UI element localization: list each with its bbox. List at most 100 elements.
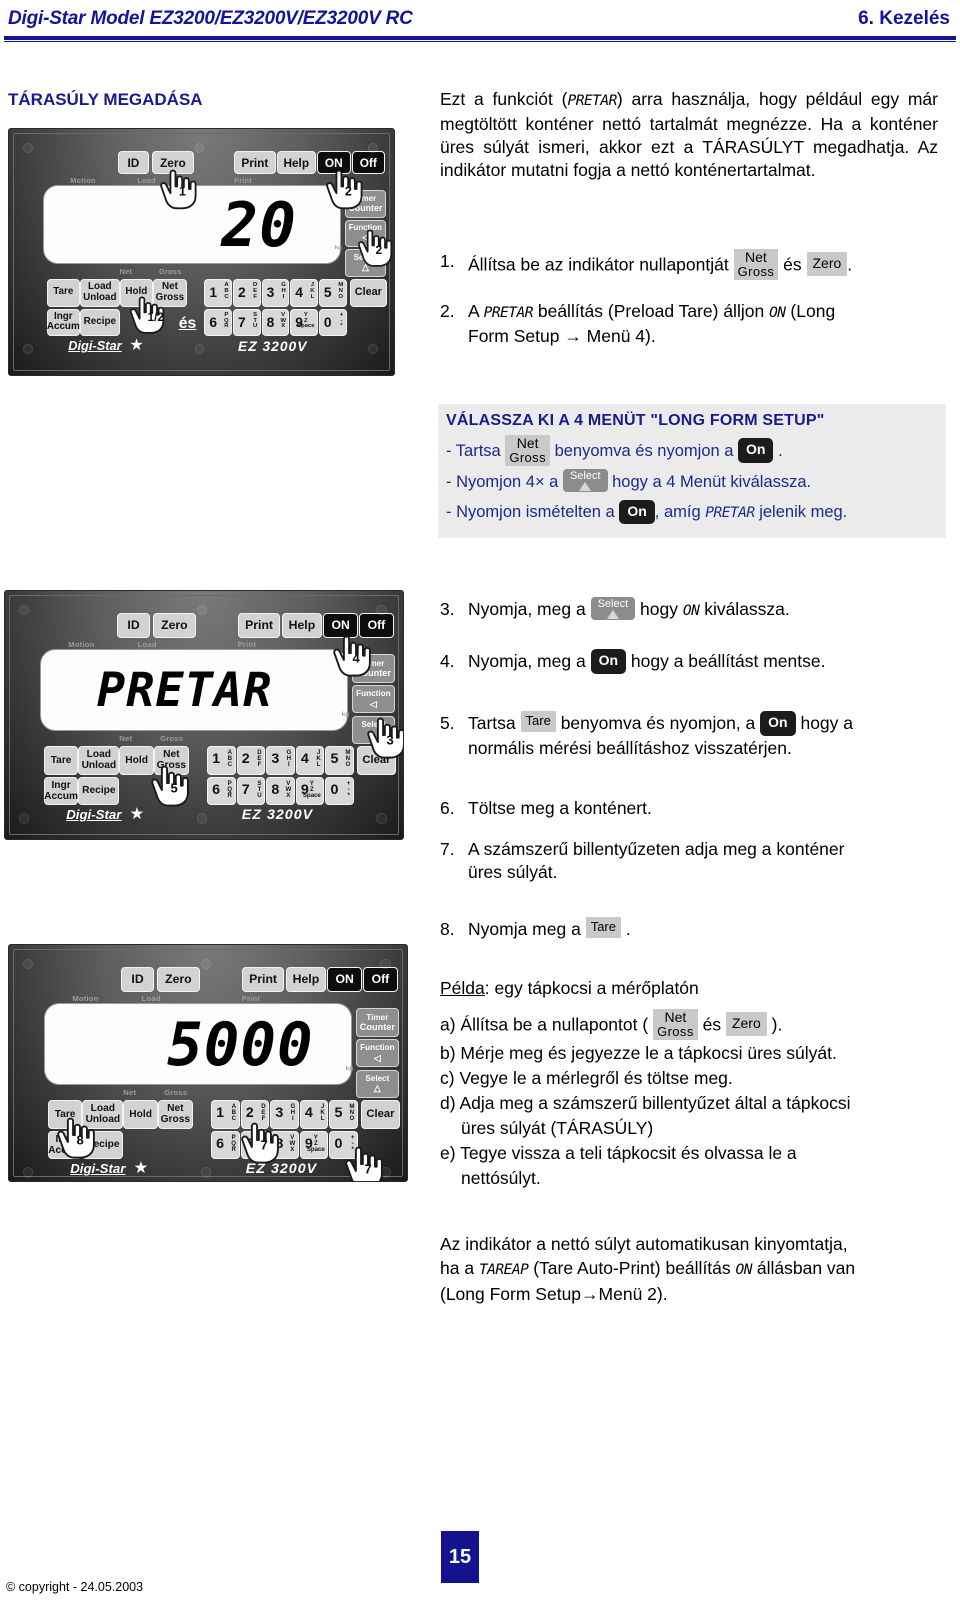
numpad-key-9[interactable]: 9 Y Z Space [299, 1130, 329, 1160]
func-button-tare[interactable]: Tare [43, 746, 79, 775]
hand-step-number: 8 [76, 1133, 84, 1149]
help-button[interactable]: Help [276, 150, 317, 175]
zero-key-chip[interactable]: Zero [725, 1011, 767, 1036]
clear-button[interactable]: Clear [349, 279, 388, 307]
panel-screw [200, 1167, 211, 1178]
id-button[interactable]: ID [117, 613, 150, 638]
numpad-key-9[interactable]: 9 Y Z Space [295, 776, 325, 806]
numpad-key-0[interactable]: 0 + - * [325, 776, 354, 806]
step-3: 3. Nyomja, meg a Select hogy ON kiválass… [440, 596, 940, 623]
numpad-key-1[interactable]: 1 ABC [207, 746, 236, 775]
help-button[interactable]: Help [281, 613, 323, 638]
lcd-display-value: 20 [221, 190, 297, 262]
side-button-sublabel: ◁ [369, 698, 377, 709]
numpad-key-3[interactable]: 3 GHI [261, 279, 290, 307]
numpad-key-6[interactable]: 6 PQR [211, 1130, 240, 1160]
numpad-digit: 7 [241, 781, 250, 798]
numpad-key-4[interactable]: 4 JKL [295, 746, 325, 775]
func-button-recipe[interactable]: Recipe [80, 308, 120, 337]
net-gross-key-chip[interactable]: Net Gross [653, 1009, 698, 1041]
func-button-tare[interactable]: Tare [46, 279, 81, 307]
numpad-key-5[interactable]: 5 MNO [325, 746, 354, 775]
func-button-net[interactable]: Net Gross [157, 1100, 193, 1129]
side-button-timer[interactable]: Timer Counter [355, 1008, 399, 1037]
star-icon: ★ [133, 1159, 149, 1178]
numpad-key-4[interactable]: 4 JKL [299, 1100, 329, 1129]
numpad-key-7[interactable]: 7 STU [236, 776, 266, 806]
on-button[interactable]: ON [327, 967, 363, 992]
func-button-hold[interactable]: Hold [123, 1100, 158, 1129]
numpad-key-2[interactable]: 2 DEF [236, 746, 266, 775]
note-line3: (Long Form Setup→Menü 2). [440, 1284, 668, 1304]
numpad-key-1[interactable]: 1 ABC [204, 279, 233, 307]
side-button-function[interactable]: Function ◁ [355, 1038, 399, 1068]
zero-button[interactable]: Zero [156, 967, 200, 992]
step-3-body: Nyomja, meg a Select hogy ON kiválassza. [468, 596, 940, 623]
numpad-digit: 3 [275, 1105, 284, 1122]
func-button-ingr[interactable]: IngrAccum [46, 308, 81, 337]
numpad-key-0[interactable]: 0 + - * [318, 308, 347, 337]
numpad-key-2[interactable]: 2 DEF [233, 279, 261, 307]
numpad-letters: GHI [286, 749, 292, 769]
func-button-load[interactable]: Load Unload [80, 279, 120, 307]
step-5-number: 5. [440, 713, 455, 733]
callout-line1-b: benyomva és nyomjon a [554, 442, 734, 461]
net-gross-key-chip[interactable]: Net Gross [733, 249, 779, 281]
net-gross-key-chip[interactable]: Net Gross [505, 435, 550, 467]
func-button-load[interactable]: Load Unload [78, 746, 120, 775]
numpad-key-3[interactable]: 3 GHI [266, 746, 295, 775]
numpad-digit: 2 [245, 1105, 254, 1122]
copyright-notice: © copyright - 24.05.2003 [6, 1580, 144, 1594]
side-button-select[interactable]: Select△ [355, 1069, 399, 1099]
clear-button[interactable]: Clear [361, 1100, 400, 1129]
numpad-letters: DEF [261, 1103, 266, 1123]
callout-heading: VÁLASSZA KI A 4 MENÜT "LONG FORM SETUP" [446, 412, 825, 429]
print-button[interactable]: Print [237, 613, 281, 638]
hand-step-number: 1/2 [147, 310, 165, 325]
print-button[interactable]: Print [234, 150, 276, 175]
numpad-key-5[interactable]: 5 MNO [329, 1100, 358, 1129]
example-item-e: e) Tegye vissza a teli tápkocsit és olva… [440, 1141, 940, 1191]
numpad-letters: DEF [253, 282, 258, 300]
numpad-key-6[interactable]: 6 PQR [207, 776, 236, 806]
func-button-ingr[interactable]: IngrAccum [43, 776, 79, 806]
gross-label: Gross [657, 1023, 694, 1039]
numpad-key-6[interactable]: 6 PQR [204, 308, 233, 337]
numpad-key-8[interactable]: 8 VWX [261, 308, 290, 337]
side-button-function[interactable]: Function ◁ [351, 684, 395, 714]
print-button[interactable]: Print [241, 967, 285, 992]
off-button[interactable]: Off [363, 967, 398, 992]
step-4-number: 4. [440, 651, 455, 671]
numpad-key-4[interactable]: 4 JKL [290, 279, 318, 307]
step-5-c: hogy a [800, 713, 854, 733]
on-key-chip[interactable]: On [619, 499, 655, 525]
select-key-chip[interactable]: Select [562, 469, 608, 493]
step-1-and: és [783, 254, 802, 275]
tare-key-chip[interactable]: Tare [585, 917, 621, 938]
numpad-key-1[interactable]: 1 ABC [211, 1100, 240, 1129]
select-key-chip[interactable]: Select [590, 596, 636, 620]
help-button[interactable]: Help [285, 967, 327, 992]
on-key-chip[interactable]: On [590, 649, 627, 674]
tare-key-chip[interactable]: Tare [520, 711, 556, 732]
numpad-key-5[interactable]: 5 MNO [318, 279, 347, 307]
numpad-letters: GHI [290, 1103, 296, 1123]
on-key-chip[interactable]: On [760, 711, 796, 736]
numpad-digit: 0 [330, 781, 339, 798]
numpad-key-9[interactable]: 9 Y Z Space [290, 308, 318, 337]
kg-unit-label: kg [345, 1065, 354, 1073]
step-4-b: hogy a beállítást mentse. [630, 651, 826, 671]
on-key-chip[interactable]: On [738, 438, 774, 463]
step-6-text: Töltse meg a konténert. [468, 798, 652, 818]
hand-step-number: 7 [260, 1137, 268, 1153]
numpad-key-7[interactable]: 7 STU [233, 308, 261, 337]
numpad-letters: VWX [285, 779, 292, 800]
zero-button[interactable]: Zero [152, 613, 196, 638]
zero-key-chip[interactable]: Zero [806, 251, 848, 276]
numpad-key-8[interactable]: 8 VWX [266, 776, 295, 806]
callout-line2-b: hogy a 4 Menüt kiválassza. [612, 473, 812, 492]
func-button-recipe[interactable]: Recipe [78, 776, 120, 806]
numpad-letters: MNO [345, 749, 351, 769]
id-button[interactable]: ID [121, 967, 154, 992]
id-button[interactable]: ID [117, 150, 150, 175]
